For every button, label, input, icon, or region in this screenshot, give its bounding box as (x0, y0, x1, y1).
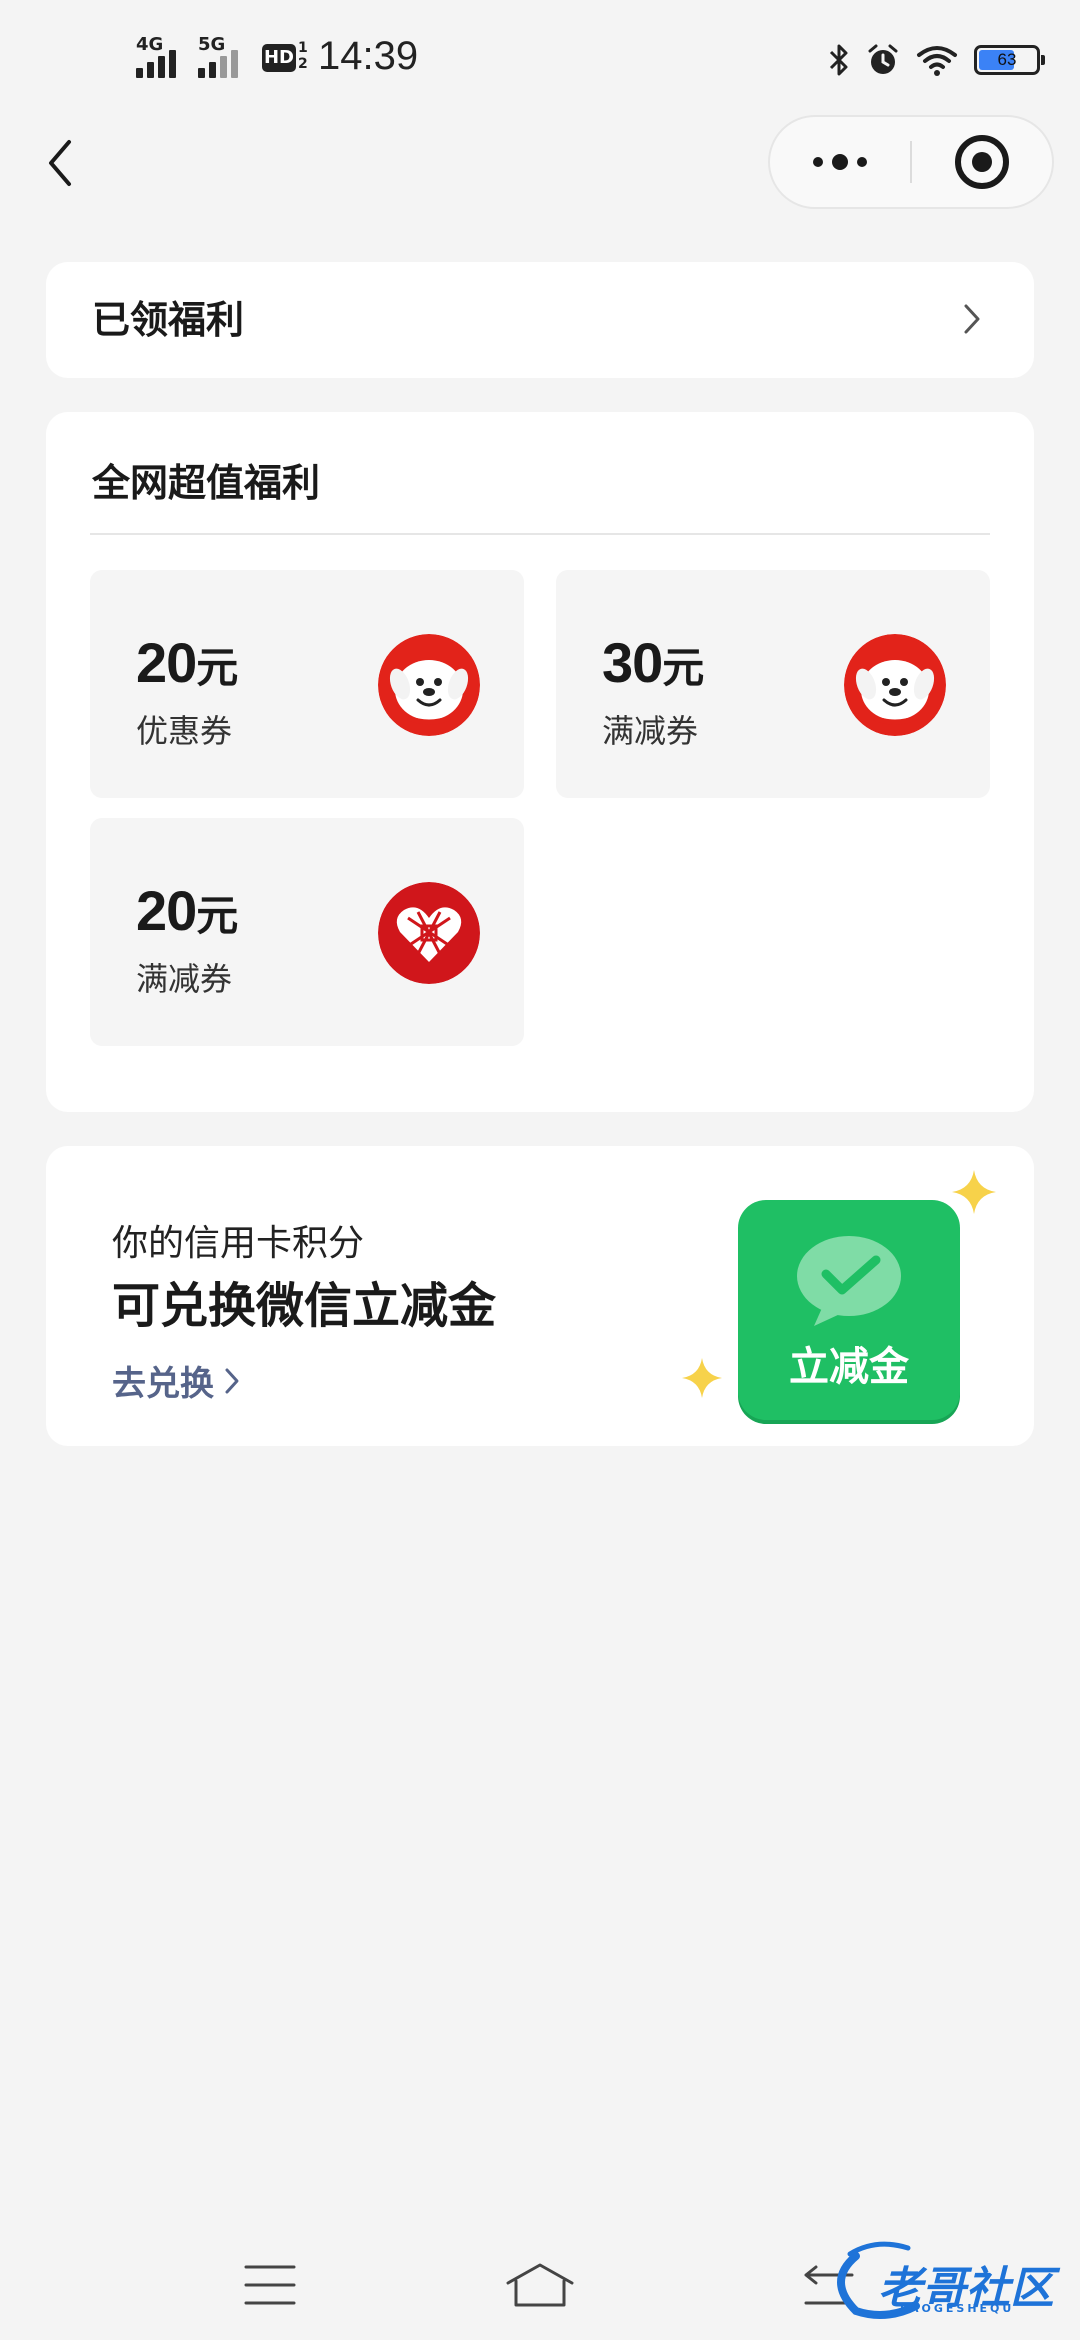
chevron-right-icon (964, 304, 980, 334)
menu-lines-icon (244, 2265, 296, 2305)
more-button[interactable] (770, 117, 910, 207)
coupon-card[interactable]: 20 元 满减券 (90, 818, 524, 1046)
battery-percent: 63 (997, 50, 1017, 69)
status-bar: 4G 5G HD 1 2 14:39 63 (0, 0, 1080, 110)
alarm-icon (868, 44, 898, 74)
signal-5g-icon: 5G (198, 34, 242, 78)
coupon-amount: 30 元 (602, 631, 705, 694)
coupon-type: 满减券 (136, 960, 233, 998)
section-title: 全网超值福利 (92, 461, 321, 505)
welfare-section: 全网超值福利 20 元 优惠券 30 元 满减券 20 元 满减券 (46, 412, 1034, 1112)
coupon-card[interactable]: 30 元 满减券 (556, 570, 990, 798)
jd-dog-icon (844, 634, 946, 736)
points-exchange-card[interactable]: 你的信用卡积分 可兑换微信立减金 去兑换 立减金 (46, 1146, 1034, 1446)
miniprogram-capsule (768, 115, 1054, 209)
wechat-pay-check-icon (797, 1236, 901, 1326)
sparkle-icon (682, 1358, 722, 1398)
close-miniprogram-button[interactable] (912, 117, 1052, 207)
signal-4g-icon: 4G (136, 34, 180, 78)
section-divider (90, 533, 990, 535)
coupon-amount: 20 元 (136, 631, 239, 694)
claimed-welfare-title: 已领福利 (92, 298, 245, 342)
chevron-left-icon (49, 140, 71, 186)
menu-button[interactable] (230, 2250, 310, 2320)
hd-voice-badge: HD (262, 44, 296, 72)
cash-voucher-tile: 立减金 (738, 1200, 960, 1420)
coupon-type: 满减券 (602, 712, 699, 750)
coupon-type: 优惠券 (136, 712, 233, 750)
home-button[interactable] (500, 2250, 580, 2320)
network-type-label: 4G (136, 34, 164, 55)
jd-dog-icon (378, 634, 480, 736)
network-type-label: 5G (198, 34, 226, 55)
site-watermark: 老哥社区 LAOGESHEQU (816, 2236, 1066, 2326)
status-time: 14:39 (318, 34, 419, 78)
bluetooth-icon (829, 44, 848, 76)
coupon-card[interactable]: 20 元 优惠券 (90, 570, 524, 798)
home-icon (506, 2263, 574, 2307)
wechat-cash-illustration: 立减金 (632, 1170, 996, 1432)
battery-icon: 63 (974, 45, 1045, 75)
claimed-welfare-row[interactable]: 已领福利 (46, 262, 1034, 378)
wifi-icon (917, 46, 957, 76)
tile-label: 立减金 (789, 1344, 909, 1390)
coupon-amount: 20 元 (136, 879, 239, 942)
exchange-link[interactable]: 去兑换 (112, 1356, 240, 1405)
more-dots-icon (813, 154, 867, 170)
hd-sim-indicator: 1 2 (298, 40, 308, 72)
pinduoduo-heart-icon (378, 882, 480, 984)
status-icons: 63 (828, 38, 1045, 82)
points-subtitle: 你的信用卡积分 (112, 1223, 365, 1264)
back-button[interactable] (30, 128, 90, 198)
points-headline: 可兑换微信立减金 (112, 1278, 497, 1334)
chevron-right-icon (225, 1368, 239, 1393)
watermark-subtext: LAOGESHEQU (900, 2302, 1015, 2315)
target-close-icon (955, 135, 1009, 189)
sparkle-icon (952, 1170, 996, 1214)
